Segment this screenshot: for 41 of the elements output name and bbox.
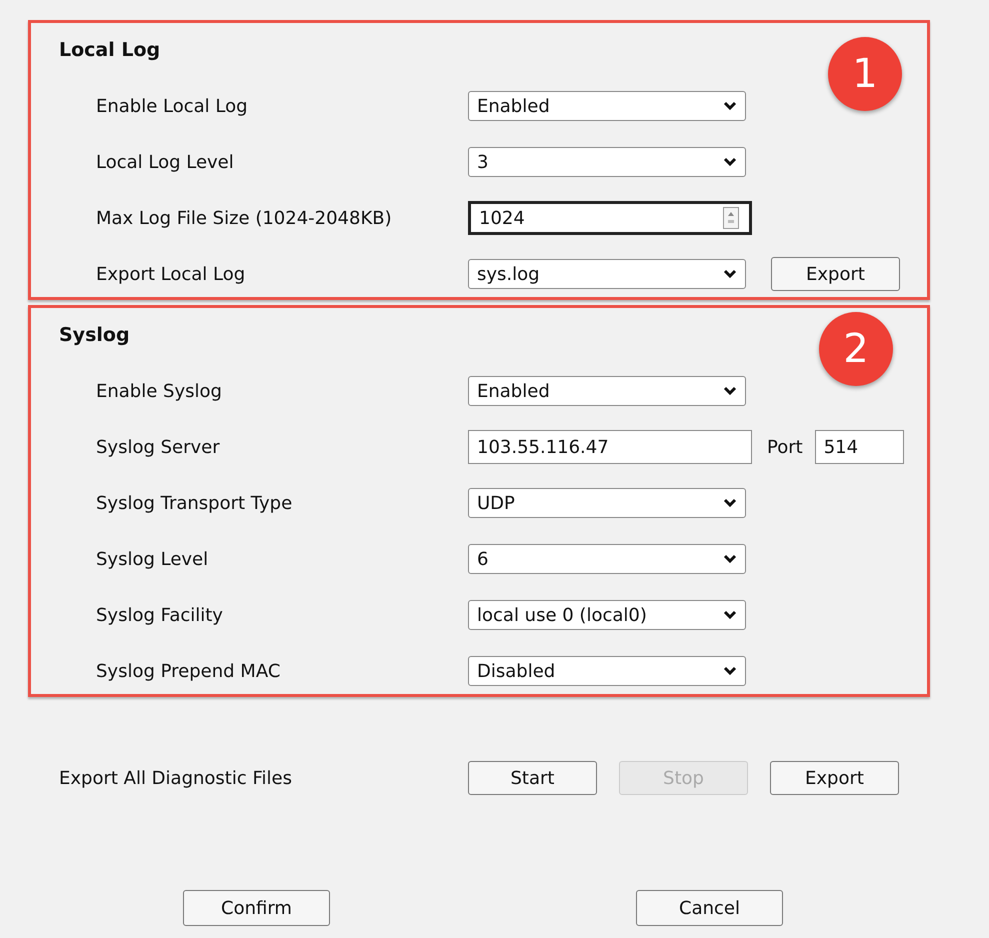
section-title: Syslog (59, 323, 130, 348)
chevron-down-icon (723, 157, 737, 167)
dropdown[interactable]: sys.log (468, 259, 746, 289)
action-button[interactable]: Export (770, 761, 899, 795)
dropdown[interactable]: Enabled (468, 91, 746, 121)
field-label: Syslog Facility (96, 604, 224, 626)
number-badge: 2 (819, 312, 893, 386)
dialog-button[interactable]: Confirm (183, 890, 330, 926)
field-label: Syslog Prepend MAC (96, 660, 282, 682)
dropdown[interactable]: local use 0 (local0) (468, 600, 746, 630)
field-label: Enable Local Log (96, 96, 249, 116)
field-label: Max Log File Size (1024-2048KB) (96, 208, 393, 228)
chevron-down-icon (723, 386, 737, 396)
number-input[interactable]: 1024 (468, 201, 752, 235)
field-label: Syslog Level (96, 548, 210, 570)
dropdown[interactable]: 3 (468, 147, 746, 177)
dropdown[interactable]: UDP (468, 488, 746, 518)
port-input[interactable]: 514 (814, 430, 904, 464)
chevron-down-icon (723, 554, 737, 564)
field-label: Export Local Log (96, 264, 246, 284)
action-button[interactable]: Start (468, 761, 597, 795)
text-input[interactable]: 103.55.116.47 (468, 430, 752, 464)
field-label: Local Log Level (96, 152, 235, 172)
dropdown[interactable]: Enabled (468, 376, 746, 406)
chevron-down-icon (723, 269, 737, 279)
dropdown[interactable]: Disabled (468, 656, 746, 686)
field-label: Enable Syslog (96, 380, 223, 402)
dialog-button[interactable]: Cancel (636, 890, 783, 926)
field-label: Syslog Server (96, 436, 221, 458)
dropdown[interactable]: 6 (468, 544, 746, 574)
chevron-down-icon (723, 666, 737, 676)
chevron-down-icon (723, 101, 737, 111)
number-badge: 1 (828, 37, 902, 111)
spinner-icon (723, 207, 739, 229)
chevron-down-icon (723, 610, 737, 620)
port-label: Port (767, 436, 803, 458)
section-title: Local Log (59, 38, 160, 63)
field-label: Syslog Transport Type (96, 492, 294, 514)
chevron-down-icon (723, 498, 737, 508)
diagnostics-label: Export All Diagnostic Files (59, 768, 293, 788)
export-button[interactable]: Export (771, 257, 900, 291)
